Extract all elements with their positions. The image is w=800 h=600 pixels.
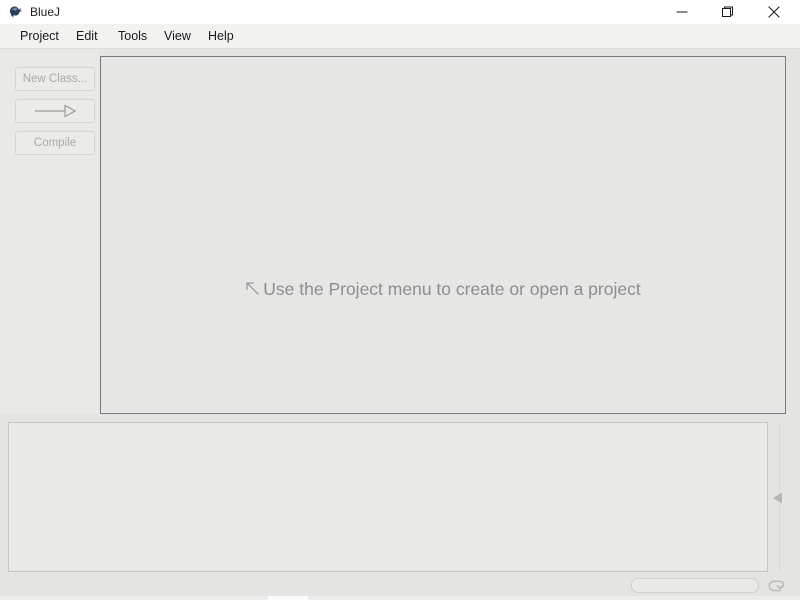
inheritance-arrow-icon <box>35 104 77 118</box>
codepad-expand-handle[interactable] <box>771 490 785 506</box>
bottom-strip <box>0 596 800 600</box>
menubar: Project Edit Tools View Help <box>0 24 800 49</box>
object-bench-panel[interactable] <box>8 422 768 572</box>
left-toolbar: New Class... Compile <box>0 49 99 456</box>
reset-vm-button[interactable] <box>768 577 786 595</box>
minimize-icon <box>676 11 688 13</box>
bottom-strip-highlight <box>268 596 308 600</box>
bluej-main-window: BlueJ Project Edit Tools View Help New C… <box>0 0 800 600</box>
empty-project-hint-text: Use the Project menu to create or open a… <box>263 279 641 299</box>
minimize-button[interactable] <box>659 0 705 24</box>
menu-item-tools[interactable]: Tools <box>110 24 155 48</box>
class-diagram-panel[interactable]: Use the Project menu to create or open a… <box>100 56 786 414</box>
reset-arrow-icon <box>768 580 785 592</box>
close-button[interactable] <box>751 0 797 24</box>
empty-project-hint: Use the Project menu to create or open a… <box>101 279 785 302</box>
menu-item-edit[interactable]: Edit <box>68 24 106 48</box>
menu-item-view[interactable]: View <box>156 24 199 48</box>
inheritance-arrow-button[interactable] <box>15 99 95 123</box>
close-icon <box>768 6 780 18</box>
arrow-up-left-icon <box>245 281 260 302</box>
window-title: BlueJ <box>30 5 61 19</box>
maximize-button[interactable] <box>705 0 751 24</box>
restore-icon <box>722 6 733 17</box>
bluej-bird-icon <box>8 4 24 20</box>
titlebar: BlueJ <box>0 0 800 25</box>
new-class-button[interactable]: New Class... <box>15 67 95 91</box>
menu-item-project[interactable]: Project <box>12 24 67 48</box>
triangle-left-icon <box>773 492 782 504</box>
progress-bar <box>631 578 759 593</box>
compile-button[interactable]: Compile <box>15 131 95 155</box>
menu-item-help[interactable]: Help <box>200 24 242 48</box>
